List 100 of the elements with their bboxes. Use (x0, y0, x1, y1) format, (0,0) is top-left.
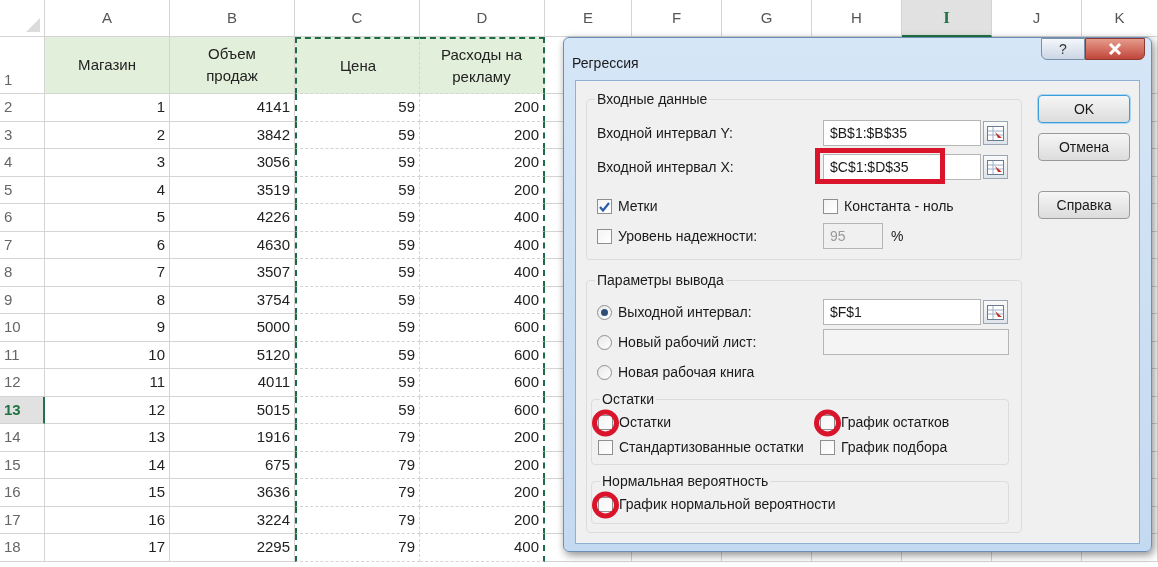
column-header[interactable]: B (170, 0, 295, 37)
checkbox-label[interactable]: Остатки (619, 412, 671, 433)
table-cell: 1 (45, 94, 170, 122)
row-header[interactable]: 18 (0, 534, 45, 562)
radio-button[interactable] (597, 304, 612, 320)
checkbox[interactable] (820, 440, 835, 455)
table-cell: 59 (295, 121, 420, 149)
table-cell: 59 (295, 176, 420, 204)
row-header[interactable]: 13 (0, 396, 45, 424)
table-cell: 200 (420, 479, 545, 507)
column-header[interactable]: H (812, 0, 902, 37)
help-button[interactable]: ? (1041, 38, 1085, 60)
dialog-button[interactable]: Отмена (1038, 133, 1130, 161)
column-header[interactable]: D (420, 0, 545, 37)
checkbox-label[interactable]: Метки (618, 196, 658, 217)
checkbox[interactable] (820, 415, 835, 430)
checkbox-label[interactable]: Стандартизованные остатки (619, 437, 804, 458)
table-cell: 4226 (170, 204, 295, 232)
checkbox[interactable] (598, 415, 613, 430)
table-cell: 59 (295, 259, 420, 287)
checkbox[interactable] (598, 440, 613, 455)
row-header[interactable]: 15 (0, 451, 45, 479)
table-cell: 59 (295, 204, 420, 232)
checkbox[interactable] (597, 199, 612, 214)
column-header[interactable]: I (902, 0, 992, 37)
radio-label[interactable]: Новая рабочая книга (618, 361, 755, 383)
range-select-icon (987, 159, 1004, 175)
table-cell: 600 (420, 396, 545, 424)
row-header[interactable]: 8 (0, 259, 45, 287)
column-header[interactable]: A (45, 0, 170, 37)
row-header[interactable]: 6 (0, 204, 45, 232)
table-cell: 79 (295, 451, 420, 479)
range-select-icon (987, 304, 1004, 320)
close-button[interactable] (1085, 38, 1145, 60)
row-header[interactable]: 17 (0, 506, 45, 534)
row-header[interactable]: 2 (0, 94, 45, 122)
range-picker-button[interactable] (983, 155, 1008, 179)
check-icon (599, 201, 610, 212)
row-header[interactable]: 3 (0, 121, 45, 149)
column-header[interactable]: K (1082, 0, 1158, 37)
checkbox-label[interactable]: Константа - ноль (844, 196, 954, 217)
table-cell: 4141 (170, 94, 295, 122)
table-cell: 5015 (170, 396, 295, 424)
column-header[interactable]: G (722, 0, 812, 37)
table-cell: 1916 (170, 424, 295, 452)
column-header[interactable]: C (295, 0, 420, 37)
radio-label[interactable]: Выходной интервал: (618, 301, 752, 323)
input-field[interactable]: $F$1 (823, 299, 981, 325)
table-cell: 3519 (170, 176, 295, 204)
table-cell: 9 (45, 314, 170, 342)
checkbox[interactable] (597, 228, 612, 244)
header-cell-line: Цена (339, 56, 377, 77)
table-cell: 2295 (170, 534, 295, 562)
table-cell: 59 (295, 341, 420, 369)
radio-label[interactable]: Новый рабочий лист: (618, 331, 757, 353)
dialog-button[interactable]: Справка (1038, 191, 1130, 219)
row-header[interactable]: 5 (0, 176, 45, 204)
radio-button[interactable] (597, 334, 612, 350)
table-cell: 3 (45, 149, 170, 177)
column-header[interactable]: E (545, 0, 632, 37)
table-cell: 3507 (170, 259, 295, 287)
header-cell-line: Расходы на (441, 45, 522, 66)
table-cell: 5000 (170, 314, 295, 342)
checkbox[interactable] (823, 199, 838, 214)
row-header[interactable]: 11 (0, 341, 45, 369)
checkbox-label[interactable]: График нормальной вероятности (619, 494, 836, 515)
close-icon (1108, 43, 1122, 55)
unit-label: % (891, 226, 904, 246)
table-cell: 200 (420, 451, 545, 479)
table-cell: 4630 (170, 231, 295, 259)
dialog-button[interactable]: OK (1038, 95, 1130, 123)
row-header[interactable]: 9 (0, 286, 45, 314)
checkbox-label[interactable]: График остатков (841, 412, 950, 433)
row-header[interactable]: 4 (0, 149, 45, 177)
table-cell: 600 (420, 341, 545, 369)
checkbox-label[interactable]: Уровень надежности: (618, 225, 758, 247)
table-cell: 59 (295, 314, 420, 342)
corner-triangle-icon (26, 18, 40, 32)
column-header[interactable]: F (632, 0, 722, 37)
checkbox-label[interactable]: График подбора (841, 437, 948, 458)
row-header[interactable]: 16 (0, 479, 45, 507)
table-cell: 200 (420, 176, 545, 204)
row-header[interactable]: 7 (0, 231, 45, 259)
row-header[interactable]: 10 (0, 314, 45, 342)
column-header[interactable]: J (992, 0, 1082, 37)
table-cell: 200 (420, 149, 545, 177)
radio-button[interactable] (597, 364, 612, 380)
table-cell: 2 (45, 121, 170, 149)
table-cell: 3224 (170, 506, 295, 534)
range-picker-button[interactable] (983, 300, 1008, 324)
range-select-icon (987, 125, 1004, 141)
row-header[interactable]: 14 (0, 424, 45, 452)
table-cell: 200 (420, 94, 545, 122)
input-field[interactable]: $B$1:$B$35 (823, 120, 981, 146)
row-header[interactable]: 12 (0, 369, 45, 397)
table-cell: 79 (295, 424, 420, 452)
table-cell: 4011 (170, 369, 295, 397)
range-picker-button[interactable] (983, 121, 1008, 145)
input-field[interactable]: $C$1:$D$35 (823, 154, 981, 180)
table-cell: 3636 (170, 479, 295, 507)
